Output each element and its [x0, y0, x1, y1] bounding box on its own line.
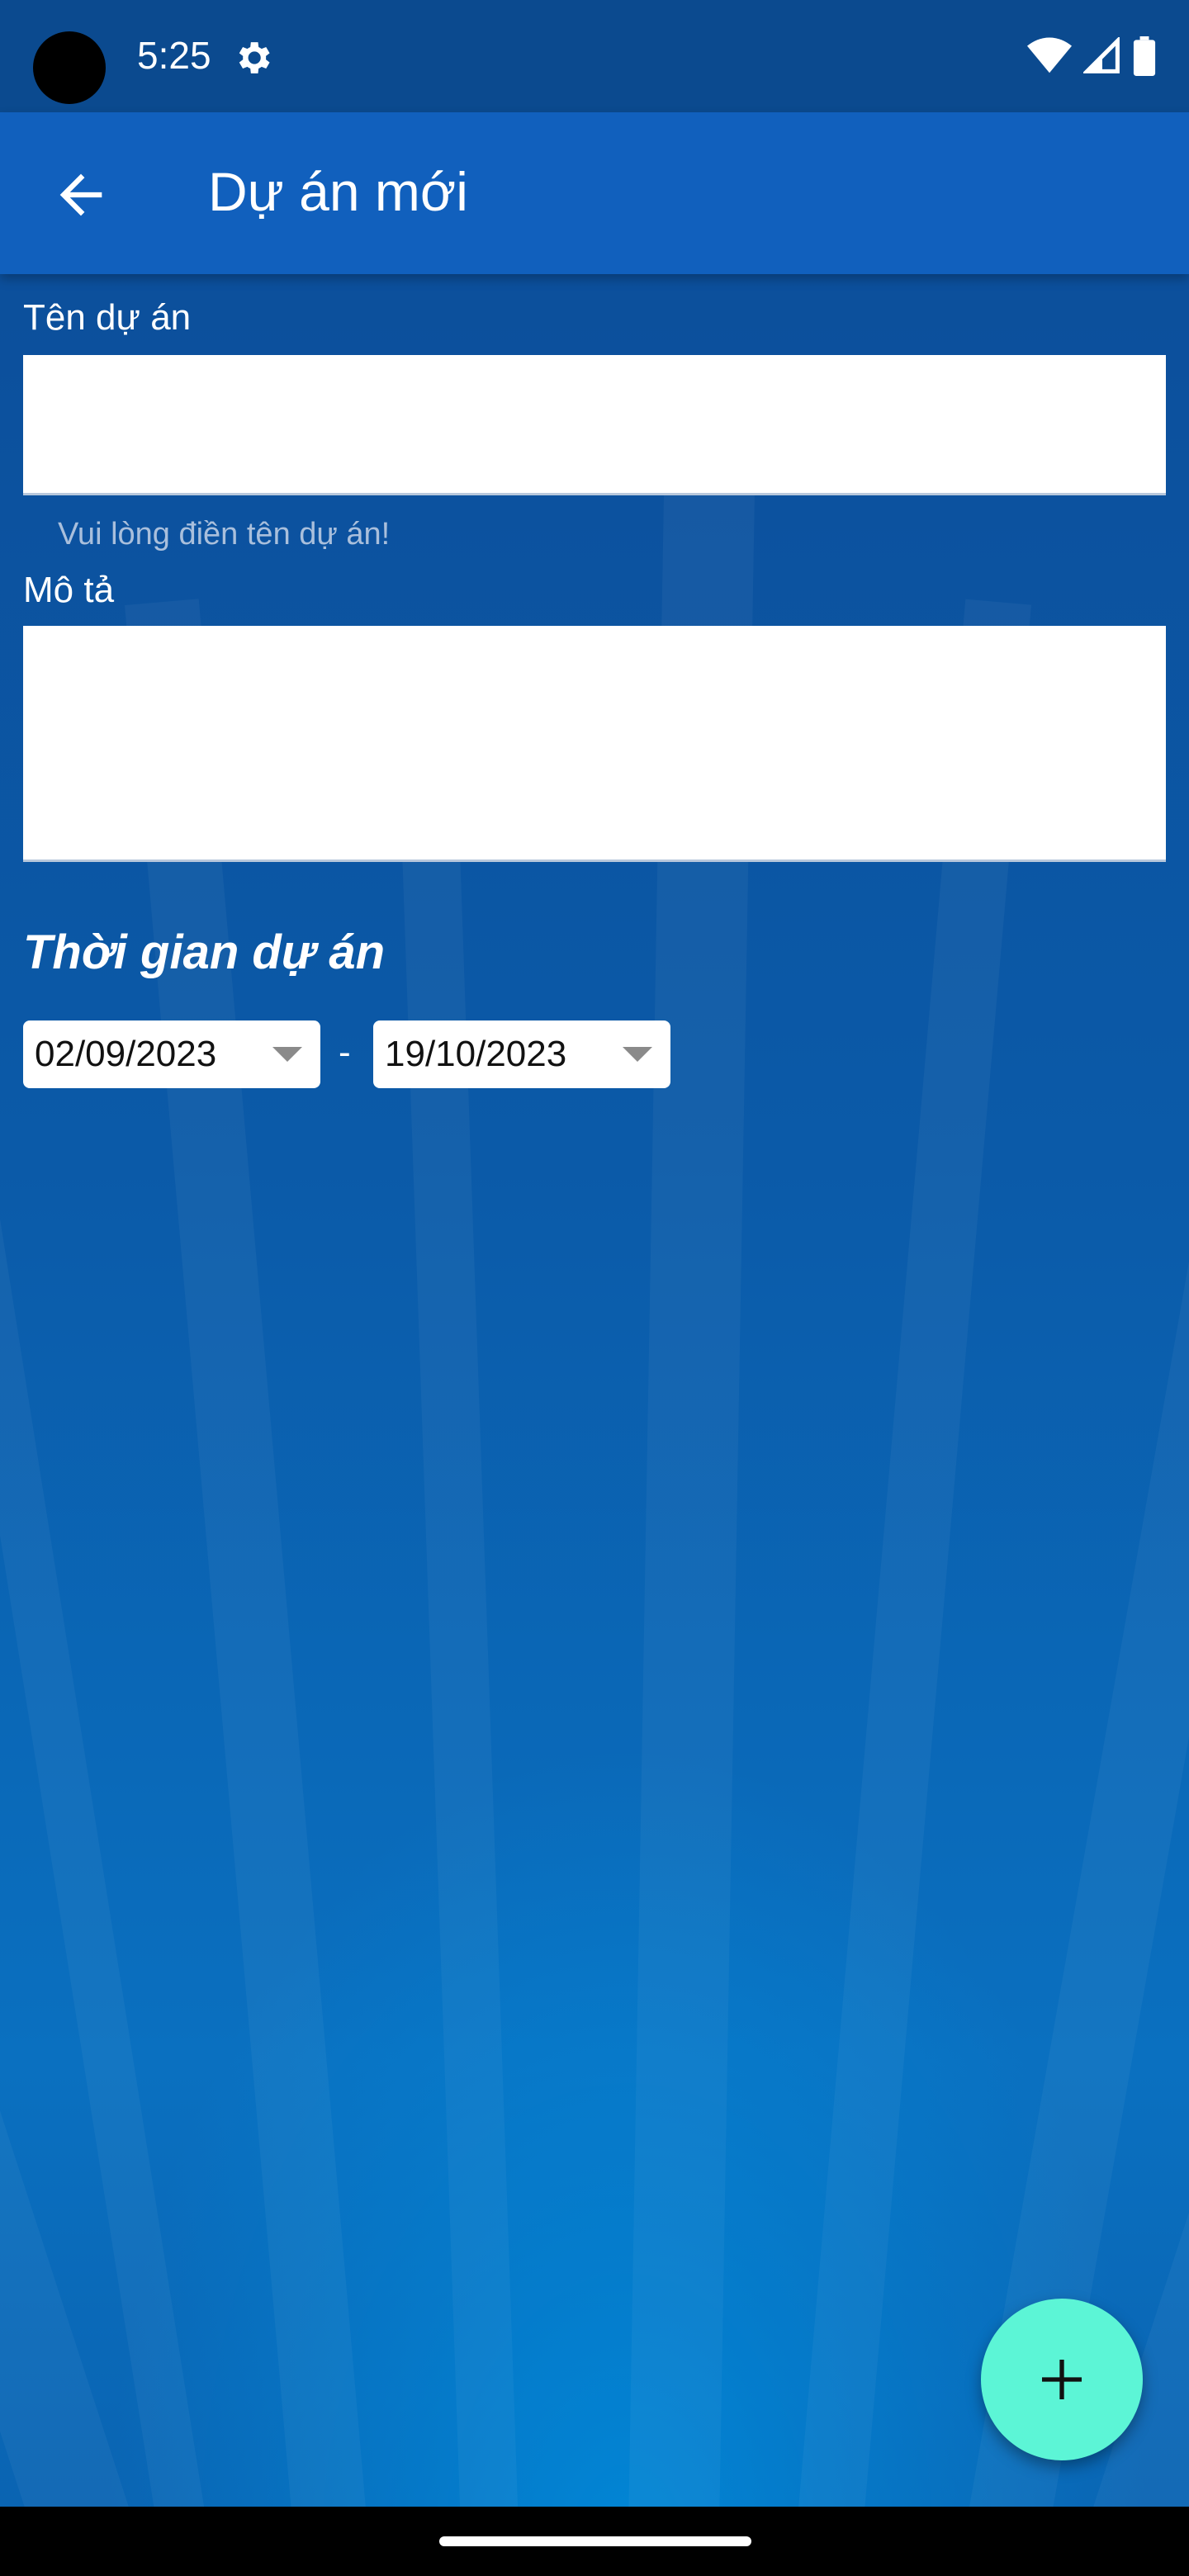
project-name-input[interactable] [23, 355, 1166, 495]
battery-icon [1133, 36, 1156, 76]
chevron-down-icon [272, 1047, 302, 1062]
navigation-bar [0, 2507, 1189, 2576]
app-bar: Dự án mới [0, 112, 1189, 274]
start-date-picker[interactable]: 02/09/2023 [23, 1020, 320, 1088]
chevron-down-icon [623, 1047, 652, 1062]
start-date-value: 02/09/2023 [35, 1034, 217, 1074]
description-label: Mô tả [23, 570, 115, 610]
arrow-back-icon[interactable] [50, 163, 112, 226]
status-bar: 5:25 [0, 0, 1189, 112]
end-date-value: 19/10/2023 [385, 1034, 567, 1074]
wifi-icon [1027, 37, 1072, 73]
settings-gear-icon [239, 42, 270, 73]
page-title: Dự án mới [208, 161, 468, 222]
description-input[interactable] [23, 626, 1166, 862]
cell-signal-icon [1083, 37, 1120, 73]
date-range-separator: - [339, 1032, 351, 1073]
camera-cutout [33, 31, 106, 104]
plus-icon [1042, 2360, 1082, 2399]
home-gesture-handle[interactable] [439, 2536, 751, 2546]
status-time: 5:25 [137, 34, 211, 77]
project-name-helper-text: Vui lòng điền tên dự án! [58, 517, 391, 552]
add-button[interactable] [981, 2299, 1143, 2460]
end-date-picker[interactable]: 19/10/2023 [373, 1020, 670, 1088]
project-name-label: Tên dự án [23, 297, 192, 338]
project-period-title: Thời gian dự án [23, 926, 386, 979]
